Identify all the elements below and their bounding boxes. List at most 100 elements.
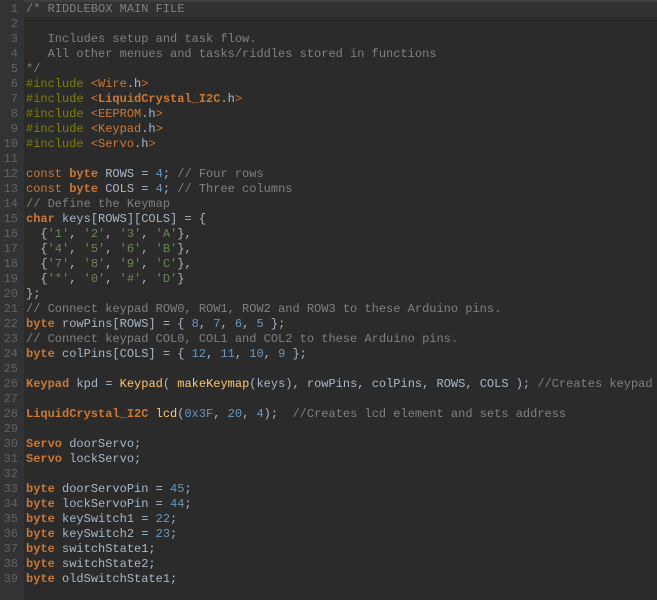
- line-number: 9: [2, 122, 18, 137]
- code-line[interactable]: {'7', '8', '9', 'C'},: [26, 257, 657, 272]
- code-line[interactable]: byte switchState1;: [26, 542, 657, 557]
- token: makeKeymap: [177, 377, 249, 391]
- code-line[interactable]: Servo doorServo;: [26, 437, 657, 452]
- code-line[interactable]: byte doorServoPin = 45;: [26, 482, 657, 497]
- token: ,: [69, 227, 83, 241]
- token: 4: [256, 407, 263, 421]
- token: keys[ROWS][COLS] = {: [55, 212, 206, 226]
- code-line[interactable]: const byte COLS = 4; // Three columns: [26, 182, 657, 197]
- code-line[interactable]: {'*', '0', '#', 'D'}: [26, 272, 657, 287]
- code-line[interactable]: */: [26, 62, 657, 77]
- line-number: 37: [2, 542, 18, 557]
- token: #include: [26, 107, 91, 121]
- code-line[interactable]: #include <Servo.h>: [26, 137, 657, 152]
- token: const: [26, 182, 69, 196]
- code-line[interactable]: byte keySwitch1 = 22;: [26, 512, 657, 527]
- token: {: [26, 257, 48, 271]
- code-line[interactable]: {'1', '2', '3', 'A'},: [26, 227, 657, 242]
- code-line[interactable]: Servo lockServo;: [26, 452, 657, 467]
- line-number: 38: [2, 557, 18, 572]
- code-line[interactable]: byte colPins[COLS] = { 12, 11, 10, 9 };: [26, 347, 657, 362]
- token: ,: [242, 407, 256, 421]
- line-number: 10: [2, 137, 18, 152]
- code-line[interactable]: // Connect keypad COL0, COL1 and COL2 to…: [26, 332, 657, 347]
- code-line[interactable]: byte keySwitch2 = 23;: [26, 527, 657, 542]
- token: Keypad: [120, 377, 163, 391]
- token: switchState1;: [55, 542, 156, 556]
- line-number: 26: [2, 377, 18, 392]
- token: },: [177, 242, 191, 256]
- token: ;: [170, 512, 177, 526]
- token: //Creates lcd element and sets address: [292, 407, 566, 421]
- token: ROWS =: [98, 167, 156, 181]
- token: ;: [170, 527, 177, 541]
- token: #include: [26, 137, 91, 151]
- code-line[interactable]: const byte ROWS = 4; // Four rows: [26, 167, 657, 182]
- code-line[interactable]: #include <EEPROM.h>: [26, 107, 657, 122]
- token: // Three columns: [177, 182, 292, 196]
- token: ;: [163, 167, 177, 181]
- token: doorServoPin =: [55, 482, 170, 496]
- token: byte: [26, 557, 55, 571]
- code-line[interactable]: #include <LiquidCrystal_I2C.h>: [26, 92, 657, 107]
- code-line[interactable]: byte lockServoPin = 44;: [26, 497, 657, 512]
- code-line[interactable]: Includes setup and task flow.: [26, 32, 657, 47]
- token: '#': [120, 272, 142, 286]
- code-line[interactable]: All other menues and tasks/riddles store…: [26, 47, 657, 62]
- line-number: 13: [2, 182, 18, 197]
- code-area[interactable]: /* RIDDLEBOX MAIN FILE Includes setup an…: [24, 0, 657, 600]
- token: rowPins[ROWS] = {: [55, 317, 192, 331]
- token: byte: [26, 527, 55, 541]
- code-line[interactable]: [26, 362, 657, 377]
- line-number: 34: [2, 497, 18, 512]
- token: '3': [120, 227, 142, 241]
- token: EEPROM: [98, 107, 141, 121]
- token: },: [177, 227, 191, 241]
- token: keySwitch1 =: [55, 512, 156, 526]
- code-line[interactable]: [26, 392, 657, 407]
- line-number: 17: [2, 242, 18, 257]
- code-line[interactable]: #include <Wire.h>: [26, 77, 657, 92]
- code-line[interactable]: };: [26, 287, 657, 302]
- token: Keypad: [98, 122, 141, 136]
- token: <: [91, 92, 98, 106]
- code-line[interactable]: /* RIDDLEBOX MAIN FILE: [26, 2, 657, 17]
- line-number: 36: [2, 527, 18, 542]
- code-line[interactable]: // Define the Keymap: [26, 197, 657, 212]
- token: ,: [220, 317, 234, 331]
- token: lockServo;: [62, 452, 141, 466]
- code-line[interactable]: [26, 152, 657, 167]
- line-number: 16: [2, 227, 18, 242]
- code-line[interactable]: Keypad kpd = Keypad( makeKeymap(keys), r…: [26, 377, 657, 392]
- token: 5: [256, 317, 263, 331]
- code-line[interactable]: LiquidCrystal_I2C lcd(0x3F, 20, 4); //Cr…: [26, 407, 657, 422]
- token: .h: [127, 77, 141, 91]
- code-line[interactable]: [26, 17, 657, 32]
- code-line[interactable]: byte rowPins[ROWS] = { 8, 7, 6, 5 };: [26, 317, 657, 332]
- token: (: [163, 377, 177, 391]
- token: // Connect keypad COL0, COL1 and COL2 to…: [26, 332, 458, 346]
- code-line[interactable]: byte oldSwitchState1;: [26, 572, 657, 587]
- code-editor[interactable]: 1234567891011121314151617181920212223242…: [0, 0, 657, 600]
- token: Includes setup and task flow.: [26, 32, 256, 46]
- line-number: 11: [2, 152, 18, 167]
- code-line[interactable]: char keys[ROWS][COLS] = {: [26, 212, 657, 227]
- code-line[interactable]: #include <Keypad.h>: [26, 122, 657, 137]
- code-line[interactable]: [26, 467, 657, 482]
- token: Servo: [26, 452, 62, 466]
- code-line[interactable]: byte switchState2;: [26, 557, 657, 572]
- code-line[interactable]: {'4', '5', '6', 'B'},: [26, 242, 657, 257]
- line-number: 31: [2, 452, 18, 467]
- token: byte: [26, 512, 55, 526]
- line-number: 4: [2, 47, 18, 62]
- token: {: [26, 272, 48, 286]
- token: ,: [264, 347, 278, 361]
- token: '0': [84, 272, 106, 286]
- token: char: [26, 212, 55, 226]
- line-number: 27: [2, 392, 18, 407]
- token: '1': [48, 227, 70, 241]
- code-line[interactable]: [26, 422, 657, 437]
- line-number: 39: [2, 572, 18, 587]
- token: kpd =: [69, 377, 119, 391]
- code-line[interactable]: // Connect keypad ROW0, ROW1, ROW2 and R…: [26, 302, 657, 317]
